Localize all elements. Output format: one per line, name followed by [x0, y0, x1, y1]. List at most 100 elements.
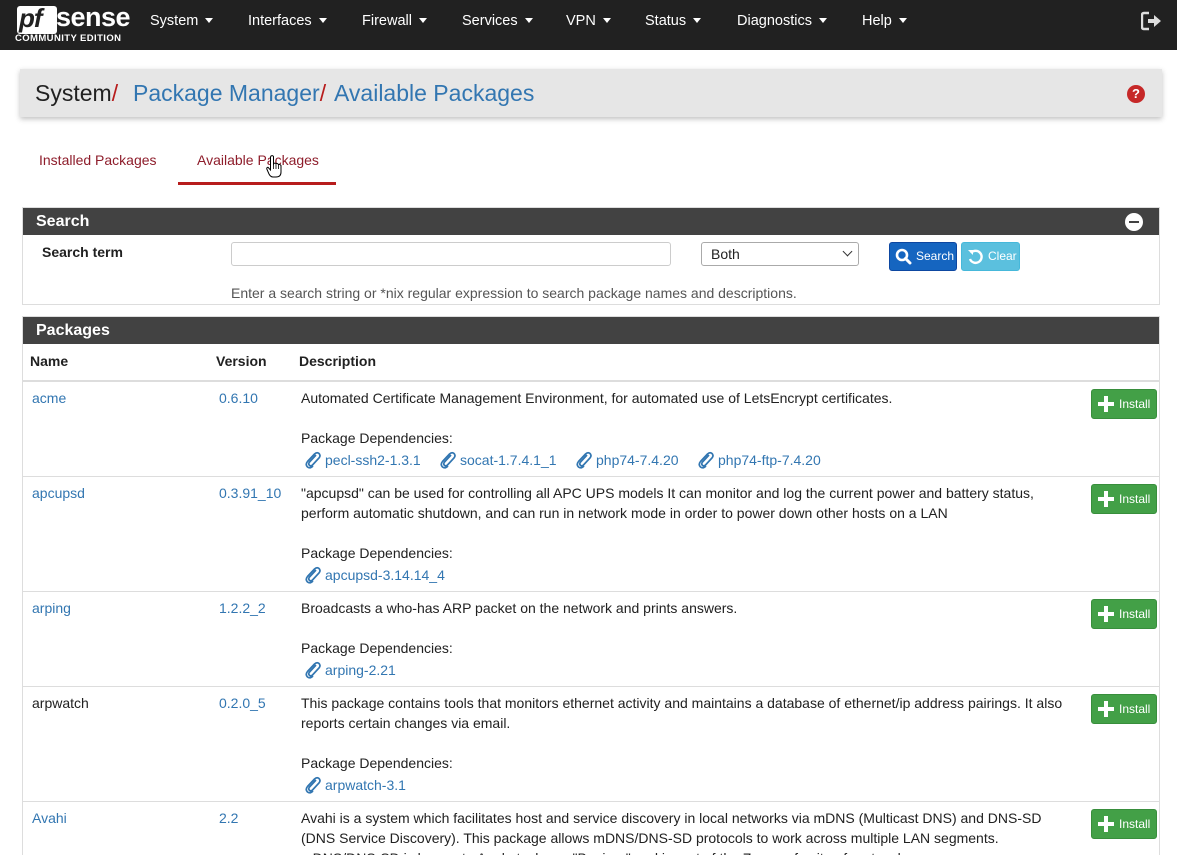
breadcrumb-available-packages-link[interactable]: Available Packages: [334, 80, 534, 107]
breadcrumb-level1-wrap: Package Manager/: [133, 80, 326, 107]
caret-down-icon: [818, 18, 827, 23]
dependency-link[interactable]: php74-ftp-7.4.20: [698, 451, 821, 469]
plus-icon: [1098, 701, 1114, 717]
nav-vpn[interactable]: VPN: [566, 0, 611, 50]
logo-edition-text: COMMUNITY EDITION: [15, 33, 122, 44]
dependency-label: socat-1.7.4.1_1: [460, 452, 557, 468]
packages-panel-heading: Packages: [23, 317, 1159, 344]
dependency-link[interactable]: php74-7.4.20: [576, 451, 679, 469]
caret-down-icon: [524, 18, 533, 23]
nav-label: Services: [462, 13, 518, 29]
install-button-label: Install: [1119, 607, 1151, 621]
package-name-link[interactable]: acme: [32, 390, 66, 406]
package-name: arpwatch: [32, 695, 89, 711]
package-version-link[interactable]: 0.2.0_5: [219, 695, 266, 711]
dependency-link[interactable]: pecl-ssh2-1.3.1: [305, 451, 421, 469]
package-version-link[interactable]: 1.2.2_2: [219, 600, 266, 616]
install-button[interactable]: Install: [1091, 599, 1157, 629]
nav-label: System: [150, 13, 199, 29]
package-description: "apcupsd" can be used for controlling al…: [301, 485, 1034, 521]
pfsense-logo[interactable]: pf sense COMMUNITY EDITION: [14, 2, 131, 45]
nav-status[interactable]: Status: [645, 0, 702, 50]
package-name-link[interactable]: apcupsd: [32, 485, 85, 501]
package-description: Automated Certificate Management Environ…: [301, 390, 893, 406]
hand-cursor-icon: [266, 155, 282, 178]
clear-button-label: Clear: [988, 249, 1017, 263]
paperclip-icon: [698, 451, 714, 469]
search-button[interactable]: Search: [889, 242, 957, 271]
package-dependencies-label: Package Dependencies:: [301, 545, 453, 561]
search-panel: Search Search term Both Search Clear Ent…: [22, 207, 1160, 305]
row-divider: [23, 801, 1159, 802]
nav-help[interactable]: Help: [862, 0, 907, 50]
paperclip-icon: [305, 566, 321, 584]
breadcrumb-package-manager-link[interactable]: Package Manager: [133, 80, 320, 106]
caret-down-icon: [602, 18, 611, 23]
nav-label: Help: [862, 13, 892, 29]
package-dependencies-label: Package Dependencies:: [301, 755, 453, 771]
package-version-link[interactable]: 2.2: [219, 810, 238, 826]
clear-button[interactable]: Clear: [961, 242, 1020, 271]
dependency-link[interactable]: socat-1.7.4.1_1: [440, 451, 557, 469]
search-panel-heading: Search: [23, 208, 1159, 235]
tab-installed-packages[interactable]: Installed Packages: [39, 152, 157, 168]
search-icon: [895, 248, 912, 265]
search-help-text: Enter a search string or *nix regular ex…: [231, 285, 797, 301]
dependency-label: php74-7.4.20: [596, 452, 679, 468]
package-version-link[interactable]: 0.6.10: [219, 390, 258, 406]
nav-services[interactable]: Services: [462, 0, 533, 50]
install-button-label: Install: [1119, 397, 1151, 411]
caret-down-icon: [318, 18, 327, 23]
package-version-link[interactable]: 0.3.91_10: [219, 485, 281, 501]
package-name-link[interactable]: arping: [32, 600, 71, 616]
search-term-label: Search term: [42, 244, 123, 260]
nav-label: Interfaces: [248, 13, 312, 29]
install-button[interactable]: Install: [1091, 389, 1157, 419]
logo-pf-block: pf: [17, 3, 57, 34]
package-dependencies-label: Package Dependencies:: [301, 430, 453, 446]
minus-circle-icon[interactable]: [1125, 213, 1143, 231]
package-description: Broadcasts a who-has ARP packet on the n…: [301, 600, 738, 616]
install-button[interactable]: Install: [1091, 809, 1157, 839]
plus-icon: [1098, 816, 1114, 832]
active-tab-indicator: [178, 182, 336, 185]
nav-diagnostics[interactable]: Diagnostics: [737, 0, 827, 50]
column-header-version[interactable]: Version: [216, 353, 267, 369]
question-circle-icon[interactable]: ?: [1127, 85, 1145, 103]
breadcrumb-root-label: System: [35, 80, 112, 106]
search-scope-select[interactable]: Both: [701, 242, 859, 266]
sign-out-icon[interactable]: [1141, 11, 1163, 31]
search-scope-value: Both: [711, 246, 740, 262]
paperclip-icon: [305, 451, 321, 469]
install-button[interactable]: Install: [1091, 484, 1157, 514]
plus-icon: [1098, 491, 1114, 507]
paperclip-icon: [576, 451, 592, 469]
nav-label: Firewall: [362, 13, 412, 29]
packages-panel-title: Packages: [36, 322, 110, 339]
dependency-label: apcupsd-3.14.14_4: [325, 567, 445, 583]
nav-interfaces[interactable]: Interfaces: [248, 0, 327, 50]
column-header-name[interactable]: Name: [30, 353, 68, 369]
nav-firewall[interactable]: Firewall: [362, 0, 427, 50]
tab-available-packages[interactable]: Available Packages: [197, 152, 319, 168]
dependency-label: pecl-ssh2-1.3.1: [325, 452, 421, 468]
install-button[interactable]: Install: [1091, 694, 1157, 724]
install-button-label: Install: [1119, 817, 1151, 831]
search-term-input[interactable]: [231, 242, 671, 266]
nav-label: Status: [645, 13, 687, 29]
packages-panel: Packages Name Version Description acme 0…: [22, 316, 1160, 855]
dependency-label: arping-2.21: [325, 662, 396, 678]
row-divider: [23, 686, 1159, 687]
package-name-link[interactable]: Avahi: [32, 810, 67, 826]
dependency-link[interactable]: arpwatch-3.1: [305, 776, 406, 794]
dependency-link[interactable]: apcupsd-3.14.14_4: [305, 566, 445, 584]
caret-down-icon: [205, 18, 214, 23]
breadcrumb-separator: /: [111, 80, 119, 106]
caret-down-icon: [693, 18, 702, 23]
nav-system[interactable]: System: [150, 0, 214, 50]
breadcrumb: System/ Package Manager/ Available Packa…: [20, 69, 1162, 117]
column-header-description[interactable]: Description: [299, 353, 376, 369]
undo-icon: [968, 249, 983, 265]
dependency-link[interactable]: arping-2.21: [305, 661, 396, 679]
chevron-down-icon: [842, 246, 853, 257]
